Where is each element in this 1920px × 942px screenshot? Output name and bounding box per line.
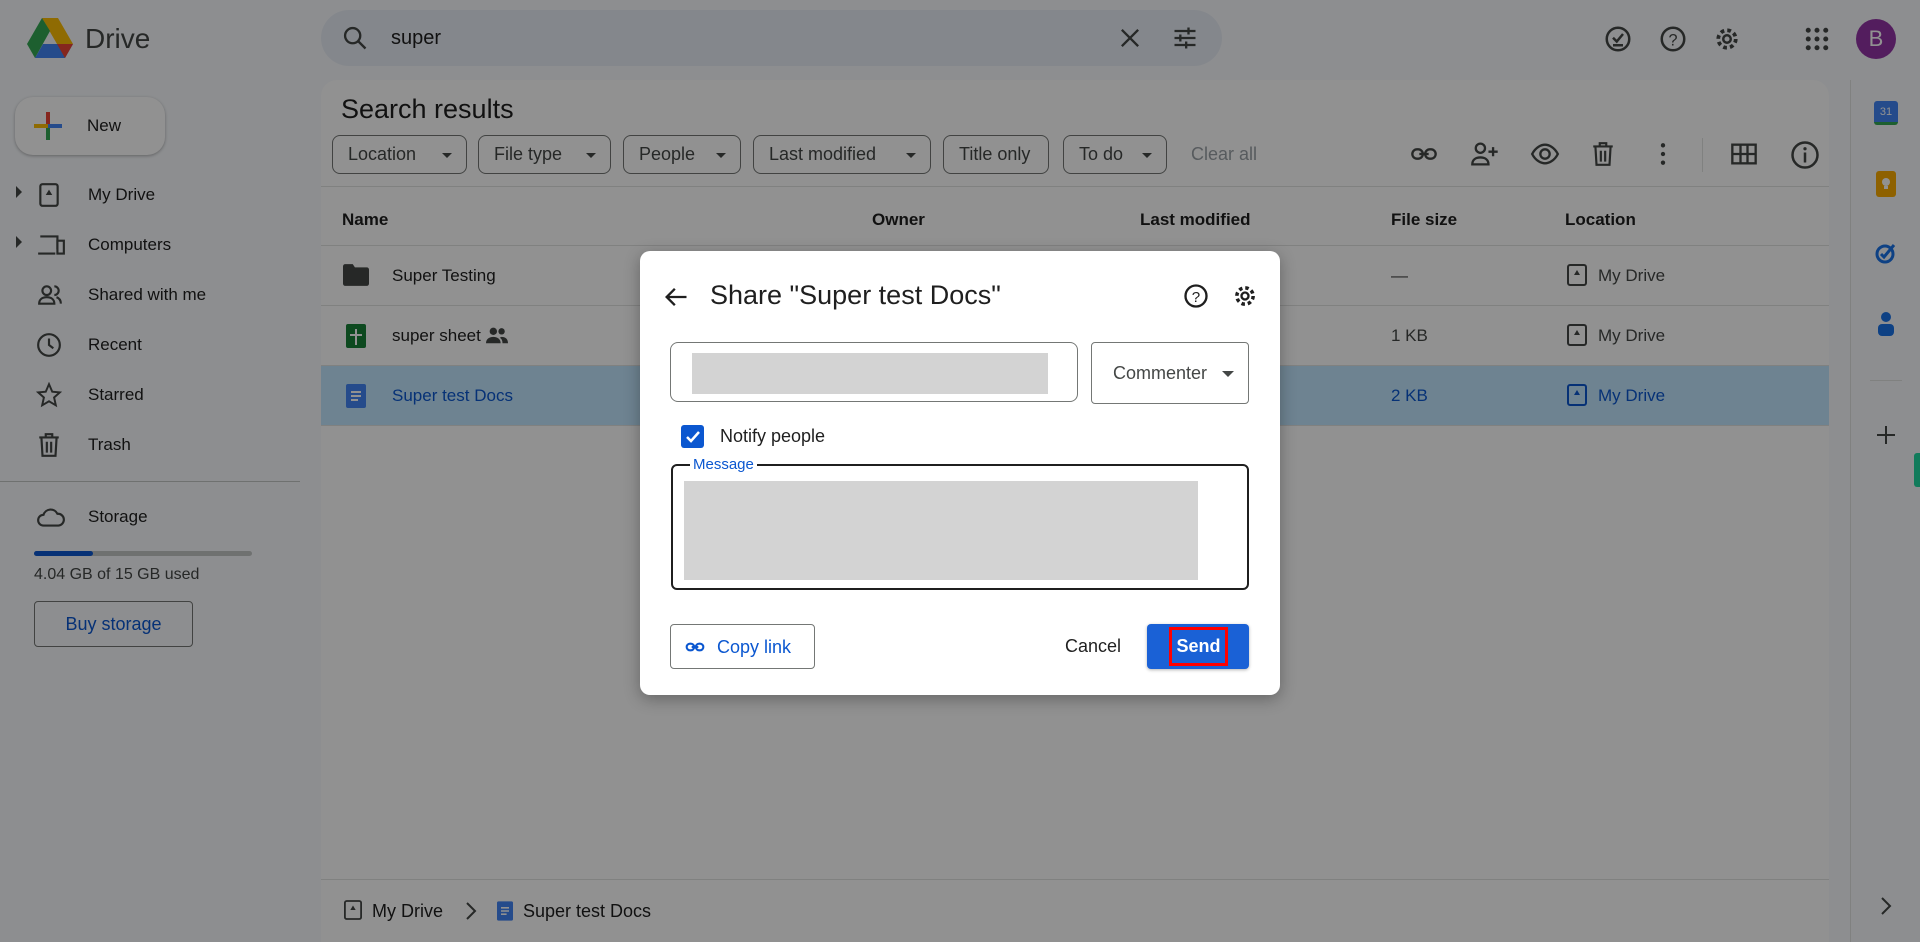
redacted-recipient-chip (692, 353, 1048, 394)
help-icon[interactable]: ? (1182, 282, 1210, 310)
role-value: Commenter (1113, 363, 1208, 383)
back-arrow-icon[interactable] (662, 283, 690, 311)
notify-people-checkbox[interactable] (681, 425, 704, 448)
copy-link-label: Copy link (717, 637, 792, 657)
send-button[interactable]: Send (1147, 624, 1249, 669)
svg-text:?: ? (1192, 289, 1200, 306)
send-highlight-box: Send (1169, 627, 1228, 666)
copy-link-button[interactable]: Copy link (670, 624, 815, 669)
redacted-message (684, 481, 1198, 580)
role-select[interactable]: Commenter (1091, 342, 1249, 404)
message-label: Message (690, 456, 757, 473)
share-dialog: Share "Super test Docs" ? Commenter Noti… (640, 251, 1280, 695)
notify-people-label: Notify people (720, 426, 826, 446)
settings-icon[interactable] (1231, 282, 1259, 310)
message-textarea[interactable] (671, 464, 1249, 590)
dialog-title: Share "Super test Docs" (710, 280, 1001, 310)
dropdown-arrow-icon (1222, 371, 1234, 377)
send-label: Send (1176, 636, 1221, 656)
add-people-input[interactable] (670, 342, 1078, 402)
cancel-button[interactable]: Cancel (1065, 636, 1121, 657)
link-icon (685, 642, 705, 652)
